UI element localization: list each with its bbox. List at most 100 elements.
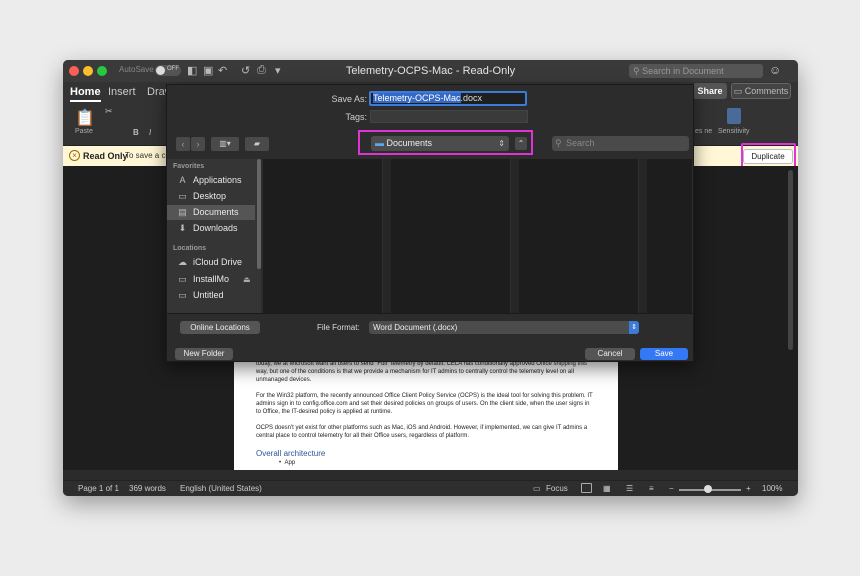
bullet-text: App xyxy=(284,460,296,466)
location-highlight xyxy=(358,130,533,155)
online-locations-button[interactable]: Online Locations xyxy=(180,321,260,334)
new-folder-button[interactable]: New Folder xyxy=(175,348,233,360)
search-icon: ⚲ xyxy=(555,138,562,148)
locations-heading: Locations xyxy=(173,245,207,252)
status-bar: Page 1 of 1 369 words English (United St… xyxy=(63,480,798,496)
zoom-level: 100% xyxy=(762,484,783,493)
doc-paragraph: today, we at Microsoft want all users to… xyxy=(256,361,587,383)
dialog-search-input[interactable]: ⚲ Search xyxy=(552,136,689,151)
filename-selected-text: Telemetry-OCPS-Mac xyxy=(373,93,461,103)
infobar-title: Read Only xyxy=(83,151,128,161)
outline-icon[interactable]: ☰ xyxy=(626,484,633,493)
column-scrollbar[interactable] xyxy=(383,159,391,313)
sidebar-item-label: Applications xyxy=(193,175,242,185)
dialog-sidebar: Favorites A Applications ▭ Desktop ▤ Docume… xyxy=(167,159,261,313)
tags-input[interactable] xyxy=(370,110,528,123)
tab-home[interactable]: Home xyxy=(70,86,101,102)
disk-icon: ▭ xyxy=(178,274,187,284)
sidebar-item-downloads[interactable]: ⬇ Downloads xyxy=(167,221,255,236)
back-button[interactable]: ‹ xyxy=(176,137,190,151)
cancel-button[interactable]: Cancel xyxy=(585,348,635,360)
comments-button[interactable]: ▭ Comments xyxy=(731,83,791,99)
file-browser-columns xyxy=(263,159,693,313)
comment-icon: ▭ xyxy=(733,86,745,96)
applications-icon: A xyxy=(179,175,186,185)
sidebar-item-installmo[interactable]: ▭ InstallMo ⏏ xyxy=(167,272,255,287)
comments-label: Comments xyxy=(744,86,789,96)
file-format-label: File Format: xyxy=(317,323,360,332)
paste-icon[interactable]: 📋 xyxy=(75,108,95,128)
view-mode-button[interactable]: ▥▾ xyxy=(211,137,239,151)
cloud-icon: ☁ xyxy=(178,257,187,267)
sidebar-item-label: Desktop xyxy=(193,191,227,201)
column-scrollbar[interactable] xyxy=(511,159,519,313)
file-format-select[interactable]: Word Document (.docx) ⇕ xyxy=(369,321,639,334)
sidebar-item-applications[interactable]: A Applications xyxy=(167,173,255,188)
title-bar: AutoSave OFF ◧ ▣ ↶ ↺ ⎙ ▾ Telemetry-OCPS-… xyxy=(63,60,798,82)
tab-insert[interactable]: Insert xyxy=(108,86,136,98)
language-indicator[interactable]: English (United States) xyxy=(180,484,262,493)
bold-icon[interactable]: B xyxy=(133,128,139,137)
disk-icon: ▭ xyxy=(178,290,187,300)
column-scrollbar[interactable] xyxy=(639,159,647,313)
file-format-value: Word Document (.docx) xyxy=(373,323,458,332)
sidebar-item-label: iCloud Drive xyxy=(193,257,243,267)
forward-button[interactable]: › xyxy=(191,137,205,151)
page-count: Page 1 of 1 xyxy=(78,484,119,493)
ribbon-partial-label: es ne xyxy=(695,128,713,135)
doc-paragraph: OCPS doesn't yet exist for other platfor… xyxy=(256,425,588,439)
infobar-text: To save a co xyxy=(125,151,170,160)
documents-icon: ▤ xyxy=(178,207,187,217)
dialog-search-placeholder: Search xyxy=(566,138,595,148)
sidebar-item-untitled[interactable]: ▭ Untitled xyxy=(167,288,255,303)
focus-icon: ▭ xyxy=(533,484,541,493)
browser-column[interactable] xyxy=(263,159,383,313)
filename-input[interactable]: Telemetry-OCPS-Mac.docx xyxy=(369,91,527,106)
doc-paragraph: For the Win32 platform, the recently ann… xyxy=(256,393,593,415)
browser-column[interactable] xyxy=(393,159,511,313)
save-as-label: Save As: xyxy=(331,94,367,104)
tags-label: Tags: xyxy=(345,112,367,122)
filename-extension: .docx xyxy=(460,93,483,103)
sidebar-scrollbar[interactable] xyxy=(257,159,261,269)
italic-icon[interactable]: I xyxy=(149,128,151,137)
paste-label: Paste xyxy=(75,128,93,135)
document-scrollbar[interactable] xyxy=(788,170,793,350)
desktop-icon: ▭ xyxy=(178,191,187,201)
cut-icon[interactable]: ✂ xyxy=(105,106,113,117)
focus-button[interactable]: Focus xyxy=(546,484,568,493)
downloads-icon: ⬇ xyxy=(178,223,187,233)
zoom-out-icon[interactable]: − xyxy=(669,484,674,493)
web-layout-icon[interactable]: ▦ xyxy=(603,484,611,493)
search-document-field[interactable]: ⚲ Search in Document xyxy=(629,64,763,78)
zoom-in-icon[interactable]: + xyxy=(746,484,751,493)
chevron-updown-icon: ⇕ xyxy=(629,321,639,334)
close-infobar-icon[interactable]: × xyxy=(69,150,80,161)
share-button[interactable]: Share xyxy=(693,83,727,99)
word-count: 369 words xyxy=(129,484,166,493)
feedback-smiley-icon[interactable]: ☺ xyxy=(769,63,781,77)
sidebar-item-documents[interactable]: ▤ Documents xyxy=(167,205,255,220)
sensitivity-icon[interactable] xyxy=(727,108,741,124)
favorites-heading: Favorites xyxy=(173,163,205,170)
draft-icon[interactable]: ≡ xyxy=(649,484,654,493)
browser-column[interactable] xyxy=(649,159,693,313)
sidebar-item-label: Downloads xyxy=(193,223,238,233)
save-button[interactable]: Save xyxy=(640,348,688,360)
zoom-slider-knob[interactable] xyxy=(704,485,712,493)
new-folder-icon[interactable]: ▰ xyxy=(245,137,269,151)
save-dialog: Save As: Telemetry-OCPS-Mac.docx Tags: ‹… xyxy=(166,84,694,362)
sidebar-item-label: InstallMo xyxy=(193,274,230,284)
doc-bullet: • App xyxy=(279,460,296,466)
sidebar-item-label: Documents xyxy=(193,207,239,217)
sidebar-item-desktop[interactable]: ▭ Desktop xyxy=(167,189,255,204)
print-layout-icon[interactable] xyxy=(581,483,592,493)
sensitivity-label: Sensitivity xyxy=(718,128,750,135)
eject-icon[interactable]: ⏏ xyxy=(243,272,251,287)
sidebar-item-icloud-drive[interactable]: ☁ iCloud Drive xyxy=(167,255,255,270)
search-icon: ⚲ xyxy=(633,66,643,76)
dialog-footer: Online Locations File Format: Word Docum… xyxy=(167,313,693,361)
search-placeholder: Search in Document xyxy=(642,66,724,76)
browser-column[interactable] xyxy=(521,159,639,313)
doc-heading: Overall architecture xyxy=(256,449,326,458)
